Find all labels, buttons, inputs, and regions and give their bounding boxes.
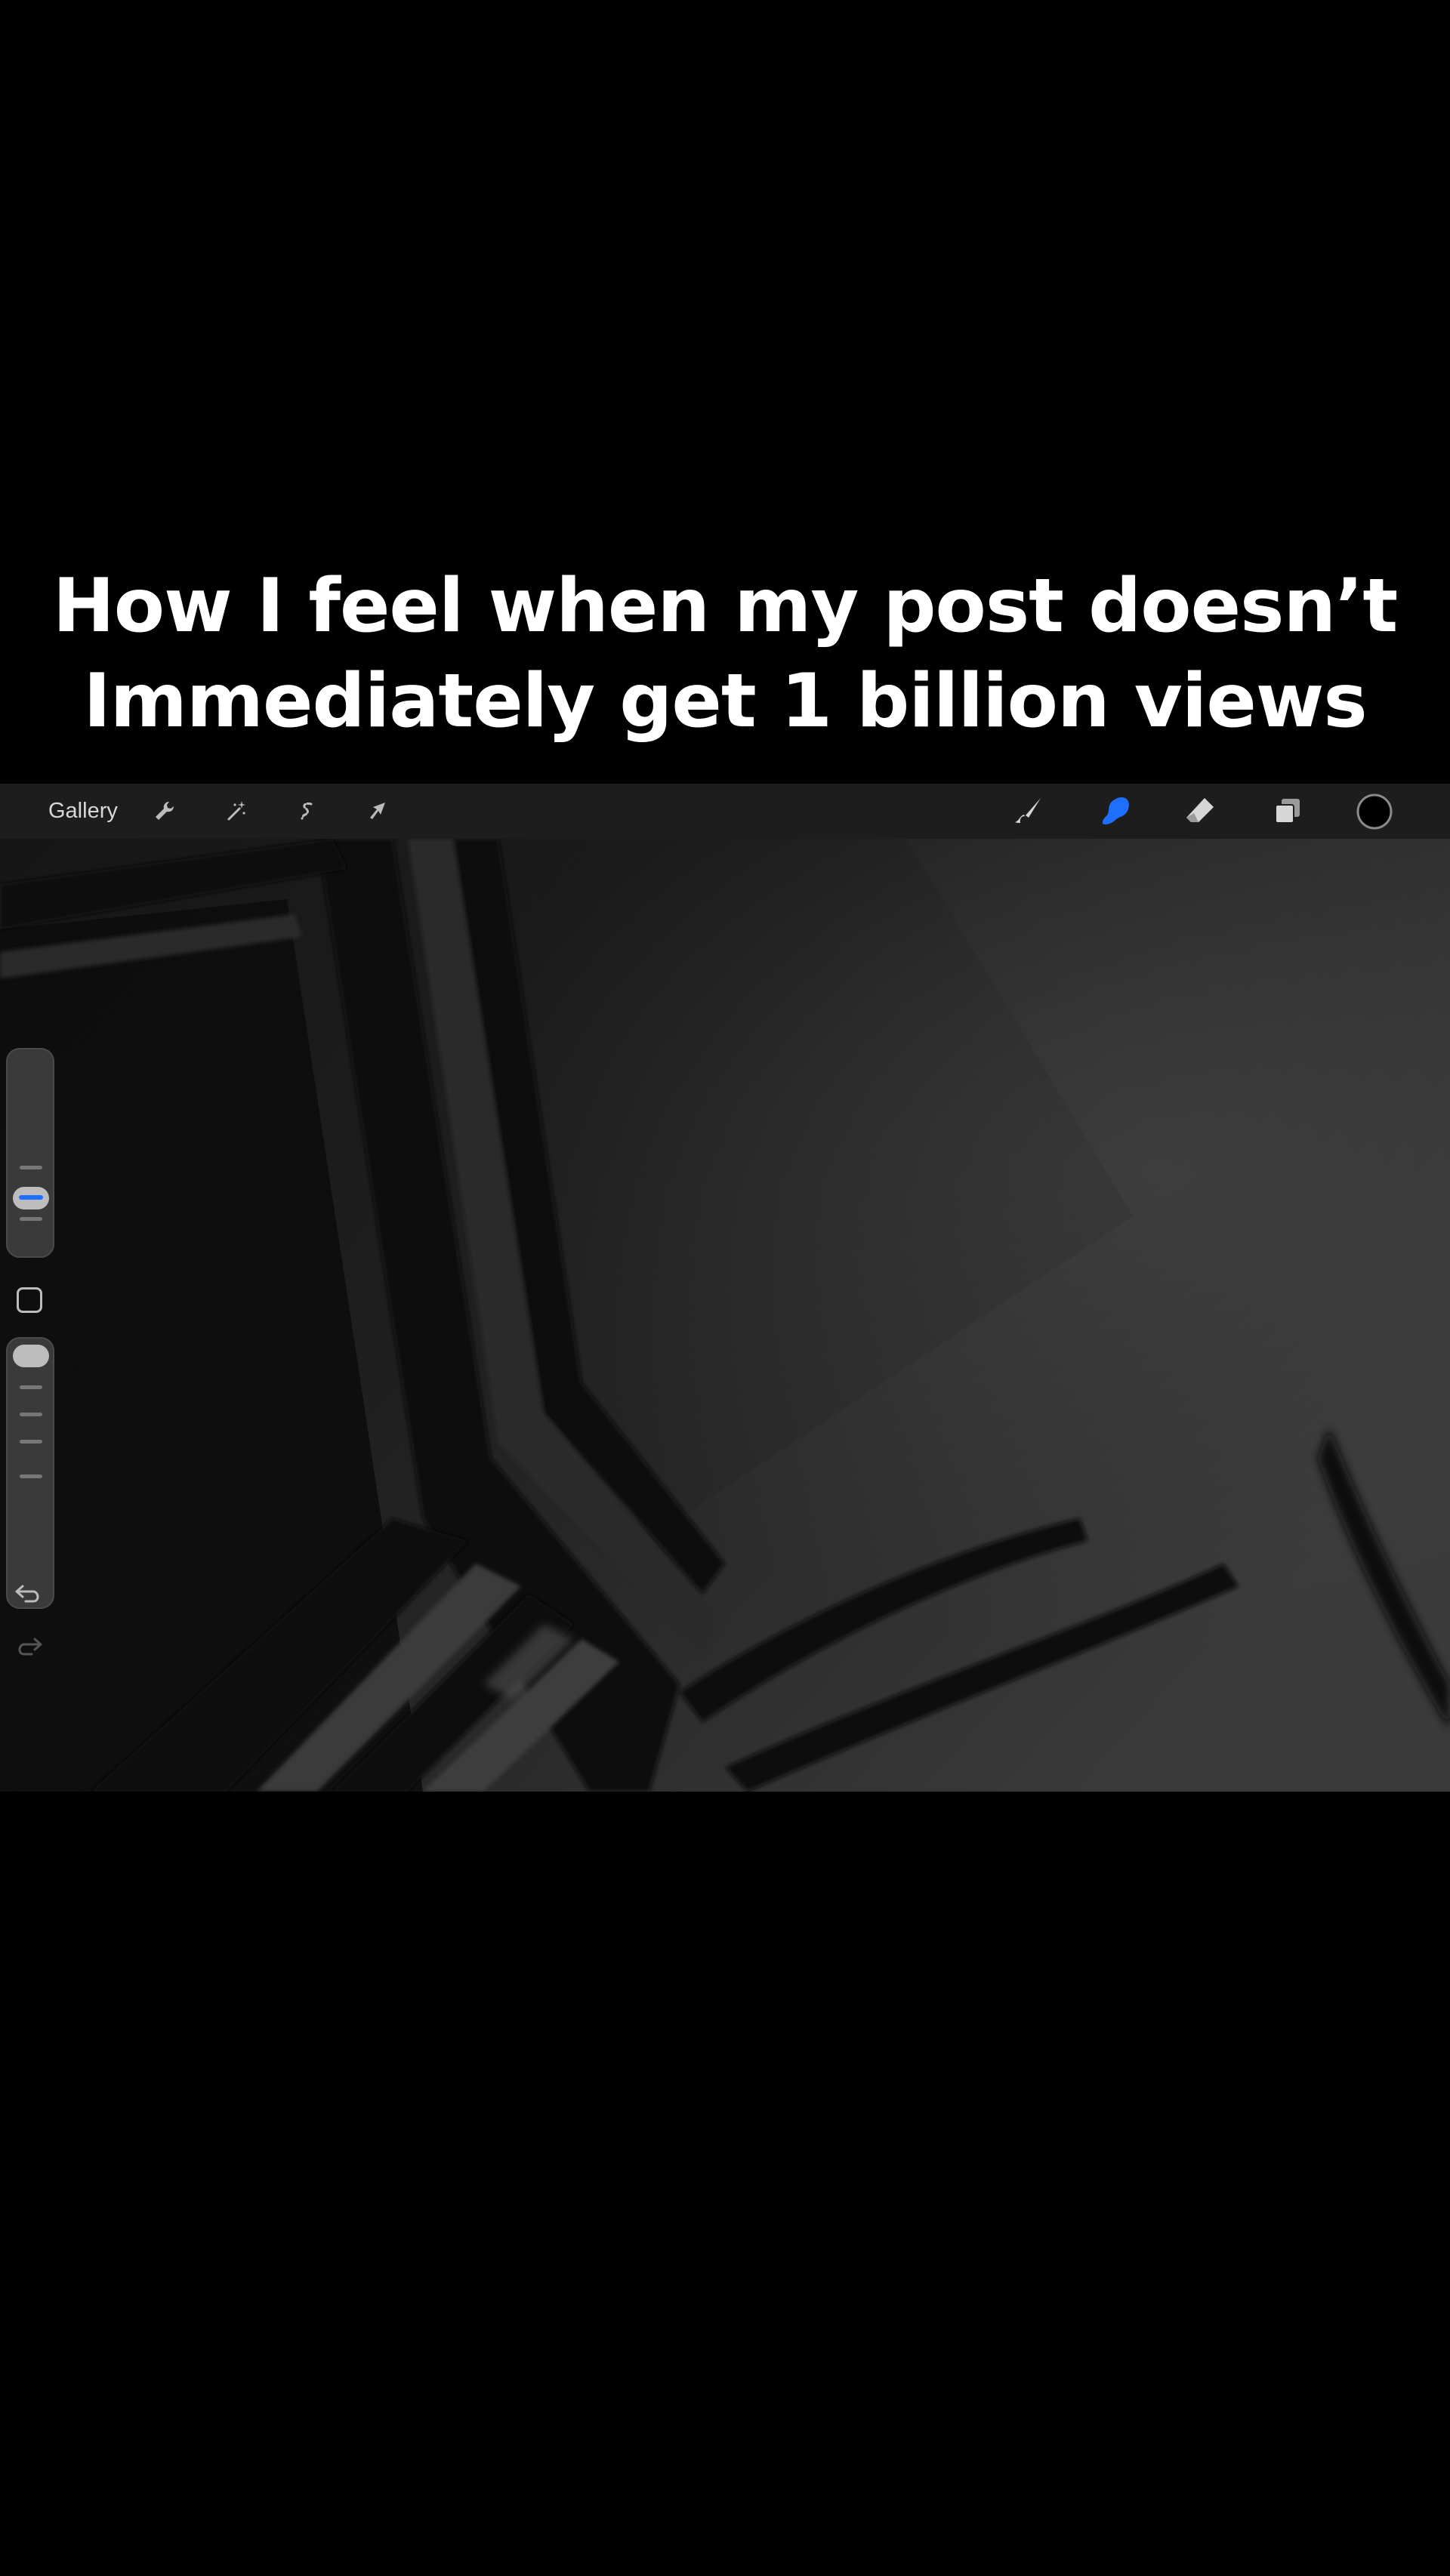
artwork	[0, 839, 1450, 1792]
opacity-slider[interactable]	[6, 1337, 54, 1609]
size-tick	[20, 1166, 42, 1169]
eraser-icon[interactable]	[1183, 794, 1217, 827]
caption-line-2: Immediately get 1 billion views	[83, 658, 1367, 744]
gallery-button[interactable]: Gallery	[48, 797, 118, 824]
wrench-icon[interactable]	[148, 794, 181, 827]
opacity-handle[interactable]	[13, 1345, 49, 1367]
redo-icon[interactable]	[14, 1632, 44, 1665]
brush-size-handle[interactable]	[13, 1187, 49, 1209]
layers-icon[interactable]	[1271, 794, 1304, 827]
top-toolbar: Gallery	[0, 784, 1450, 840]
opacity-tick	[20, 1440, 42, 1444]
modify-button[interactable]	[17, 1287, 42, 1313]
selection-icon[interactable]	[290, 794, 323, 827]
brush-icon[interactable]	[1012, 794, 1045, 827]
undo-icon[interactable]	[14, 1579, 44, 1613]
color-swatch[interactable]	[1356, 793, 1393, 830]
drawing-canvas[interactable]	[0, 839, 1450, 1792]
caption-line-1: How I feel when my post doesn’t	[52, 563, 1399, 649]
drawing-app: Gallery	[0, 784, 1450, 1792]
smudge-icon[interactable]	[1099, 794, 1132, 827]
brush-size-slider[interactable]	[6, 1048, 54, 1258]
video-caption: How I feel when my post doesn’t Immediat…	[0, 559, 1450, 749]
transform-arrow-icon[interactable]	[361, 794, 394, 827]
size-tick	[20, 1217, 42, 1221]
magic-wand-icon[interactable]	[220, 794, 253, 827]
opacity-tick	[20, 1413, 42, 1416]
opacity-tick	[20, 1474, 42, 1478]
opacity-tick	[20, 1385, 42, 1389]
size-indicator	[19, 1195, 43, 1200]
